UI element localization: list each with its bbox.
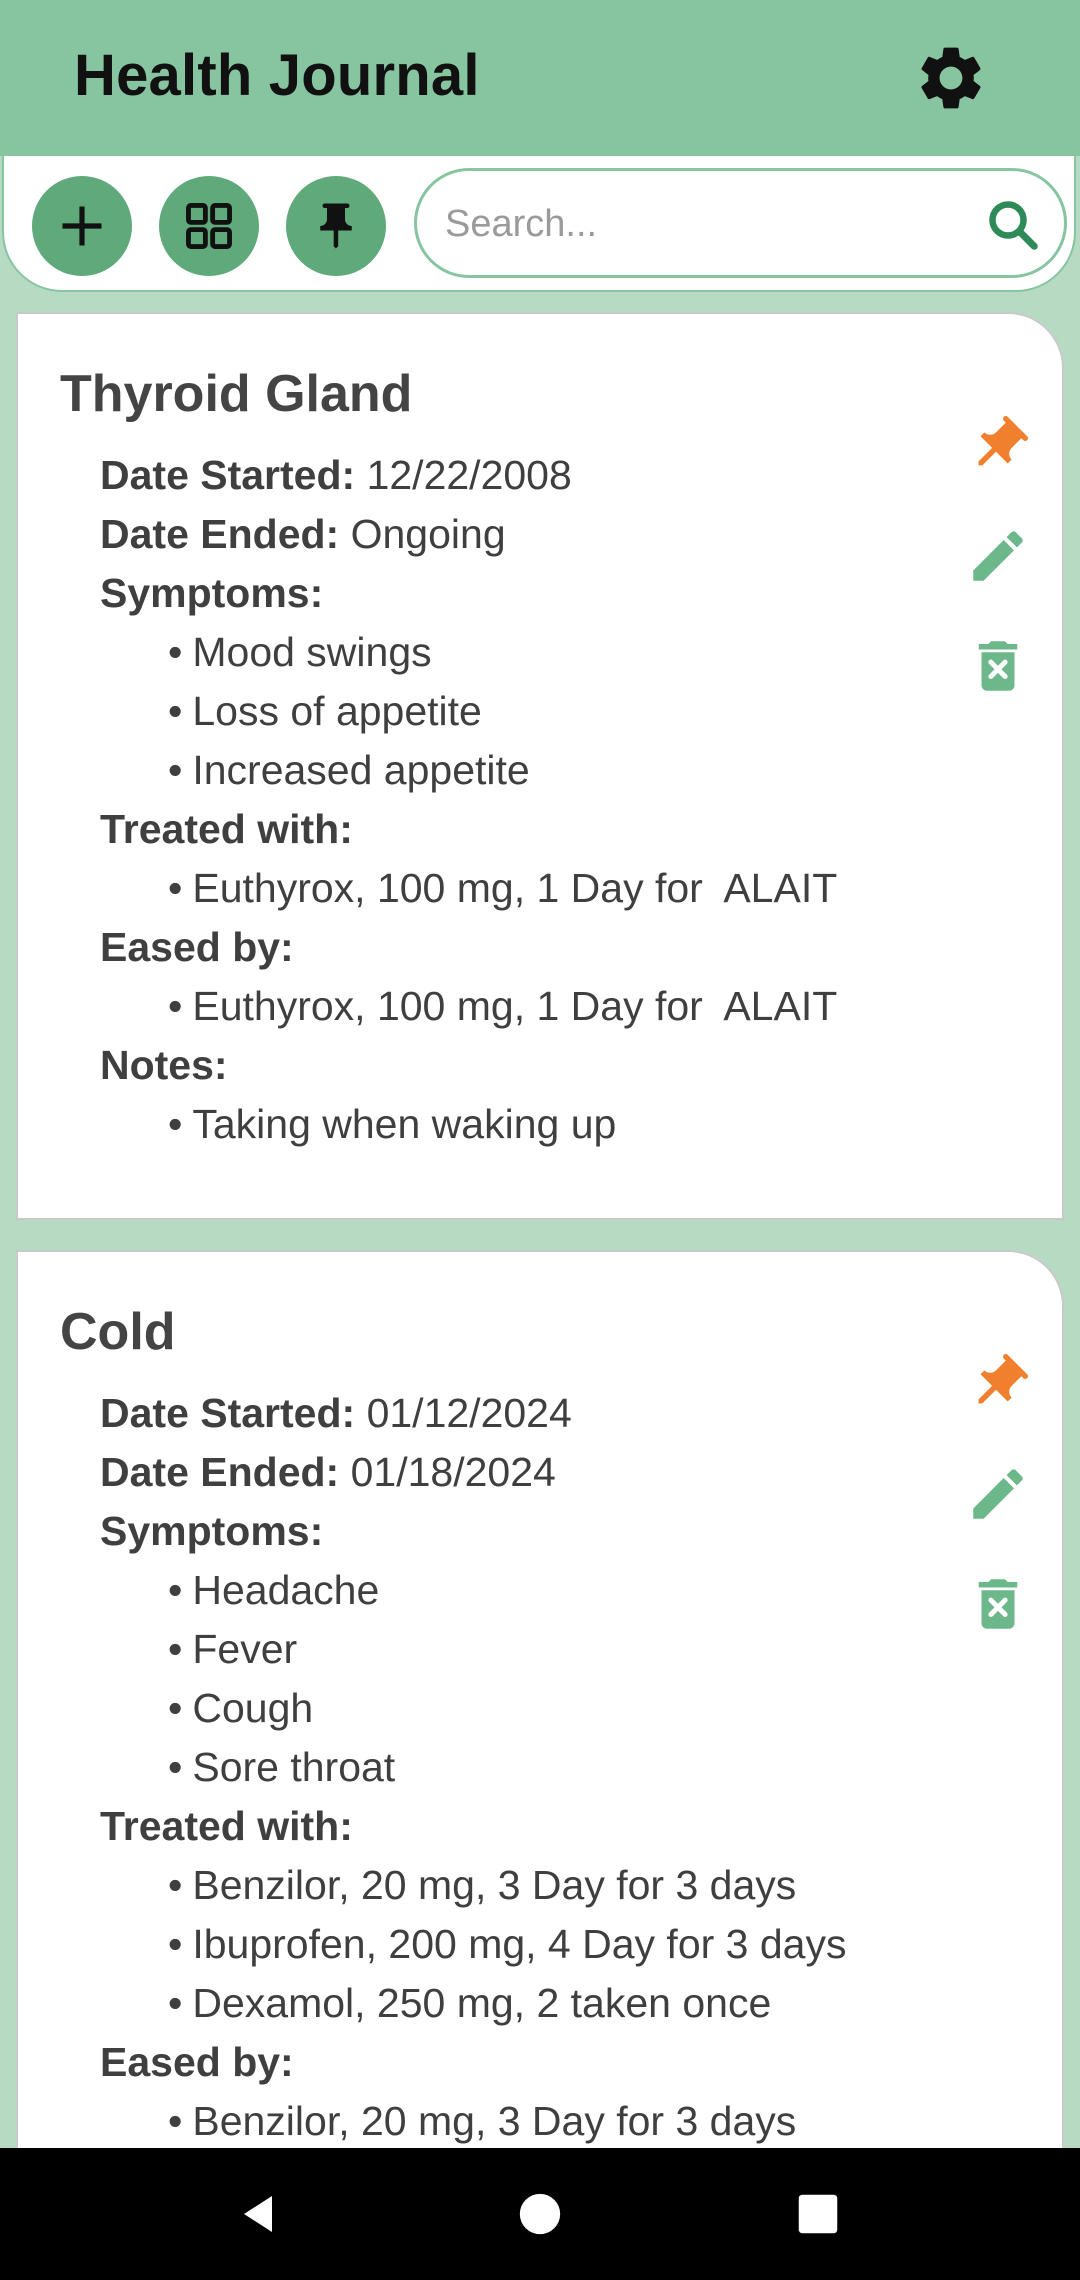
search-icon[interactable] — [983, 195, 1043, 255]
treated-with-label: Treated with: — [100, 806, 353, 852]
symptom-item: • Sore throat — [168, 1744, 396, 1790]
search-bar — [414, 168, 1067, 278]
system-navigation-bar — [0, 2148, 1080, 2280]
symptoms-label: Symptoms: — [100, 1508, 324, 1554]
treatment-item: • Benzilor, 20 mg, 3 Day for 3 days — [168, 1862, 797, 1908]
symptom-item: • Loss of appetite — [168, 688, 482, 734]
symptom-item: • Fever — [168, 1626, 298, 1672]
date-started-label: Date Started: — [100, 452, 356, 498]
treatment-item: • Ibuprofen, 200 mg, 4 Day for 3 days — [168, 1921, 847, 1967]
treated-with-label: Treated with: — [100, 1803, 353, 1849]
home-button[interactable] — [500, 2178, 580, 2250]
trash-icon — [978, 1579, 1018, 1629]
pin-icon — [320, 203, 352, 249]
symptom-item: • Cough — [168, 1685, 314, 1731]
eased-by-item: • Benzilor, 20 mg, 3 Day for 3 days — [168, 2098, 797, 2144]
entry-title: Cold — [60, 1303, 176, 1361]
entry-details: Date Started: 12/22/2008 Date Ended: Ong… — [100, 446, 920, 1154]
date-started-label: Date Started: — [100, 1390, 356, 1436]
app-title: Health Journal — [74, 43, 480, 108]
app-bar: Health Journal — [0, 0, 1080, 156]
back-triangle-icon — [244, 2196, 272, 2232]
notes-label: Notes: — [100, 1042, 228, 1088]
date-started-value: 01/12/2024 — [366, 1390, 572, 1436]
trash-icon — [978, 641, 1018, 691]
delete-entry-button[interactable] — [962, 630, 1034, 702]
edit-entry-button[interactable] — [962, 1458, 1034, 1530]
date-ended-label: Date Ended: — [100, 511, 340, 557]
symptom-item: • Mood swings — [168, 629, 432, 675]
grid-view-icon — [186, 203, 232, 249]
pin-entry-button[interactable] — [962, 410, 1034, 482]
search-input[interactable] — [443, 191, 927, 257]
date-ended-value: Ongoing — [350, 511, 506, 557]
back-button[interactable] — [218, 2178, 298, 2250]
pin-entry-button[interactable] — [962, 1348, 1034, 1420]
entry-details: Date Started: 01/12/2024 Date Ended: 01/… — [100, 1384, 920, 2151]
pencil-icon — [973, 1469, 1023, 1519]
eased-by-label: Eased by: — [100, 2039, 294, 2085]
date-started-value: 12/22/2008 — [366, 452, 572, 498]
grid-view-button[interactable] — [159, 176, 259, 276]
symptom-item: • Increased appetite — [168, 747, 530, 793]
toolbar — [2, 156, 1076, 292]
pinned-filter-button[interactable] — [286, 176, 386, 276]
add-entry-button[interactable] — [32, 176, 132, 276]
settings-button[interactable] — [905, 32, 997, 124]
gear-icon — [921, 47, 981, 109]
recents-button[interactable] — [778, 2178, 858, 2250]
symptom-item: • Headache — [168, 1567, 380, 1613]
treatment-item: • Euthyrox, 100 mg, 1 Day for ALAIT — [168, 865, 838, 911]
pin-icon — [978, 1354, 1028, 1404]
date-ended-value: 01/18/2024 — [350, 1449, 556, 1495]
entry-title: Thyroid Gland — [60, 365, 413, 423]
delete-entry-button[interactable] — [962, 1568, 1034, 1640]
plus-icon — [62, 206, 102, 246]
home-circle-icon — [519, 2193, 561, 2235]
eased-by-item: • Euthyrox, 100 mg, 1 Day for ALAIT — [168, 983, 838, 1029]
pencil-icon — [973, 531, 1023, 581]
date-ended-label: Date Ended: — [100, 1449, 340, 1495]
journal-entry-card[interactable]: Thyroid Gland Date Started: 12/22/2008 D… — [16, 312, 1064, 1220]
note-item: • Taking when waking up — [168, 1101, 617, 1147]
eased-by-label: Eased by: — [100, 924, 294, 970]
symptoms-label: Symptoms: — [100, 570, 324, 616]
treatment-item: • Dexamol, 250 mg, 2 taken once — [168, 1980, 772, 2026]
pin-icon — [978, 416, 1028, 466]
journal-entry-card[interactable]: Cold Date Started: 01/12/2024 Date Ended… — [16, 1250, 1064, 2210]
edit-entry-button[interactable] — [962, 520, 1034, 592]
recents-square-icon — [798, 2194, 838, 2234]
